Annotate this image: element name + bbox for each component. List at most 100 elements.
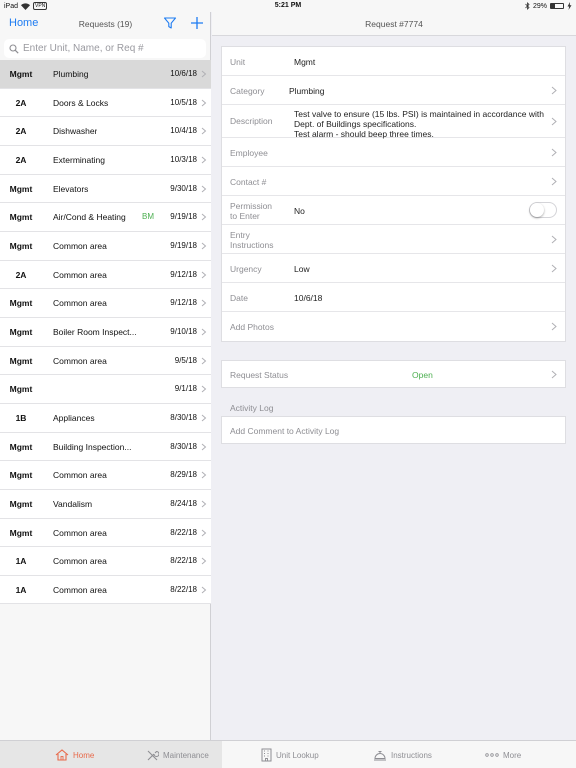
request-row[interactable]: 2A Doors & Locks 10/5/18 <box>0 88 211 118</box>
unit-field: Unit Mgmt <box>222 47 565 76</box>
add-photos-field[interactable]: Add Photos <box>222 312 565 341</box>
tab-more[interactable]: More <box>485 741 521 768</box>
chevron-right-icon <box>201 70 207 78</box>
entry-instructions-field[interactable]: Entry Instructions <box>222 225 565 254</box>
request-category: Appliances <box>53 412 95 423</box>
tab-unit-lookup[interactable]: Unit Lookup <box>261 741 319 768</box>
description-label: Description <box>230 116 273 126</box>
employee-field[interactable]: Employee <box>222 138 565 167</box>
request-date: 9/19/18 <box>170 212 197 222</box>
request-status-label: Request Status <box>230 370 289 380</box>
request-unit: Mgmt <box>9 441 33 452</box>
request-row[interactable]: Mgmt Plumbing 10/6/18 <box>0 60 211 89</box>
permission-toggle[interactable] <box>529 202 557 218</box>
request-tag-badge: BM <box>142 212 154 222</box>
chevron-right-icon <box>551 148 557 157</box>
tab-home[interactable]: Home <box>55 741 94 768</box>
request-date: 9/12/18 <box>170 269 197 279</box>
request-category: Dishwasher <box>53 126 98 137</box>
request-row[interactable]: 1A Common area 8/22/18 <box>0 547 211 576</box>
request-category: Building Inspection... <box>53 441 132 452</box>
tab-instructions[interactable]: Instructions <box>373 741 432 768</box>
request-unit: 1A <box>15 556 27 567</box>
entry-label-line: Entry <box>230 230 250 240</box>
chevron-right-icon <box>551 117 557 126</box>
urgency-field[interactable]: Urgency Low <box>222 254 565 283</box>
tools-icon <box>147 750 159 760</box>
category-label: Category <box>230 86 265 96</box>
employee-label: Employee <box>230 148 268 158</box>
request-row[interactable]: Mgmt Common area 9/12/18 <box>0 289 211 318</box>
description-line: Dept. of Buildings specifications. <box>294 119 417 129</box>
request-row[interactable]: 1A Common area 8/22/18 <box>0 575 211 605</box>
request-unit: Mgmt <box>9 527 33 538</box>
add-request-icon[interactable] <box>190 16 204 30</box>
request-unit: 2A <box>15 269 27 280</box>
request-unit: Mgmt <box>9 498 33 509</box>
date-field[interactable]: Date 10/6/18 <box>222 283 565 312</box>
date-label: Date <box>230 293 248 303</box>
request-row[interactable]: Mgmt Boiler Room Inspect... 9/10/18 <box>0 317 211 347</box>
unit-label: Unit <box>230 57 246 67</box>
request-detail-pane: Request #7774 Unit Mgmt Category Plumbin… <box>212 12 576 740</box>
request-row[interactable]: Mgmt Common area 8/22/18 <box>0 518 211 548</box>
date-value: 10/6/18 <box>294 293 323 303</box>
search-input[interactable] <box>23 43 203 54</box>
request-date: 8/29/18 <box>170 470 197 480</box>
permission-label-line: to Enter <box>230 211 260 221</box>
request-row[interactable]: 2A Dishwasher 10/4/18 <box>0 117 211 146</box>
request-status-value: Open <box>412 370 433 380</box>
request-row[interactable]: 2A Exterminating 10/3/18 <box>0 145 211 175</box>
request-row[interactable]: 1B Appliances 8/30/18 <box>0 403 211 433</box>
request-unit: Mgmt <box>9 183 33 194</box>
chevron-right-icon <box>551 370 557 379</box>
status-bar: iPad VPN 5:21 PM 29% <box>0 0 576 12</box>
request-row[interactable]: Mgmt Common area 9/5/18 <box>0 346 211 376</box>
request-date: 9/30/18 <box>170 183 197 193</box>
request-category: Common area <box>53 355 107 366</box>
request-row[interactable]: Mgmt Building Inspection... 8/30/18 <box>0 432 211 462</box>
chevron-right-icon <box>201 529 207 536</box>
request-category: Exterminating <box>53 154 105 165</box>
category-field[interactable]: Category Plumbing <box>222 76 565 105</box>
description-field[interactable]: Description Test valve to ensure (15 lbs… <box>222 105 565 139</box>
chevron-right-icon <box>551 322 557 331</box>
description-value: Test valve to ensure (15 lbs. PSI) is ma… <box>294 109 554 139</box>
request-unit: Mgmt <box>9 212 33 223</box>
request-row[interactable]: Mgmt Elevators 9/30/18 <box>0 174 211 204</box>
add-comment-field[interactable]: Add Comment to Activity Log <box>221 416 566 444</box>
tab-maintenance[interactable]: Maintenance <box>146 741 209 768</box>
request-unit: Mgmt <box>9 384 33 395</box>
request-row[interactable]: Mgmt Vandalism 8/24/18 <box>0 489 211 519</box>
request-date: 9/12/18 <box>170 298 197 308</box>
contact-field[interactable]: Contact # <box>222 167 565 196</box>
request-date: 10/6/18 <box>170 69 197 78</box>
filter-icon[interactable] <box>163 16 177 30</box>
tab-label: Maintenance <box>163 750 209 760</box>
request-date: 9/10/18 <box>170 326 197 336</box>
request-row[interactable]: Mgmt Common area 8/29/18 <box>0 461 211 490</box>
request-list: Mgmt Plumbing 10/6/18 2A Doors & Locks 10/5/1… <box>0 60 211 605</box>
add-comment-placeholder: Add Comment to Activity Log <box>230 426 340 436</box>
contact-label: Contact # <box>230 177 267 187</box>
request-row[interactable]: 2A Common area 9/12/18 <box>0 260 211 290</box>
building-icon <box>261 748 272 762</box>
request-category: Common area <box>53 470 107 481</box>
request-row[interactable]: Mgmt Air/Cond & Heating BM 9/19/18 <box>0 203 211 232</box>
unit-value: Mgmt <box>294 57 316 67</box>
battery-percent: 29% <box>532 2 547 10</box>
request-unit: 1A <box>15 584 27 595</box>
request-date: 8/30/18 <box>170 412 197 422</box>
request-status-row[interactable]: Request Status Open <box>221 360 566 388</box>
tab-label: Home <box>73 750 95 760</box>
chevron-right-icon <box>551 177 557 186</box>
request-category: Air/Cond & Heating <box>53 212 126 223</box>
request-unit: 2A <box>15 126 27 137</box>
request-row[interactable]: Mgmt 9/1/18 <box>0 375 211 404</box>
request-row[interactable]: Mgmt Common area 9/19/18 <box>0 231 211 261</box>
request-category: Common area <box>53 298 107 309</box>
search-bar[interactable] <box>4 39 206 58</box>
request-unit: 1B <box>15 412 27 423</box>
charging-icon <box>567 2 572 10</box>
category-value: Plumbing <box>289 86 325 96</box>
